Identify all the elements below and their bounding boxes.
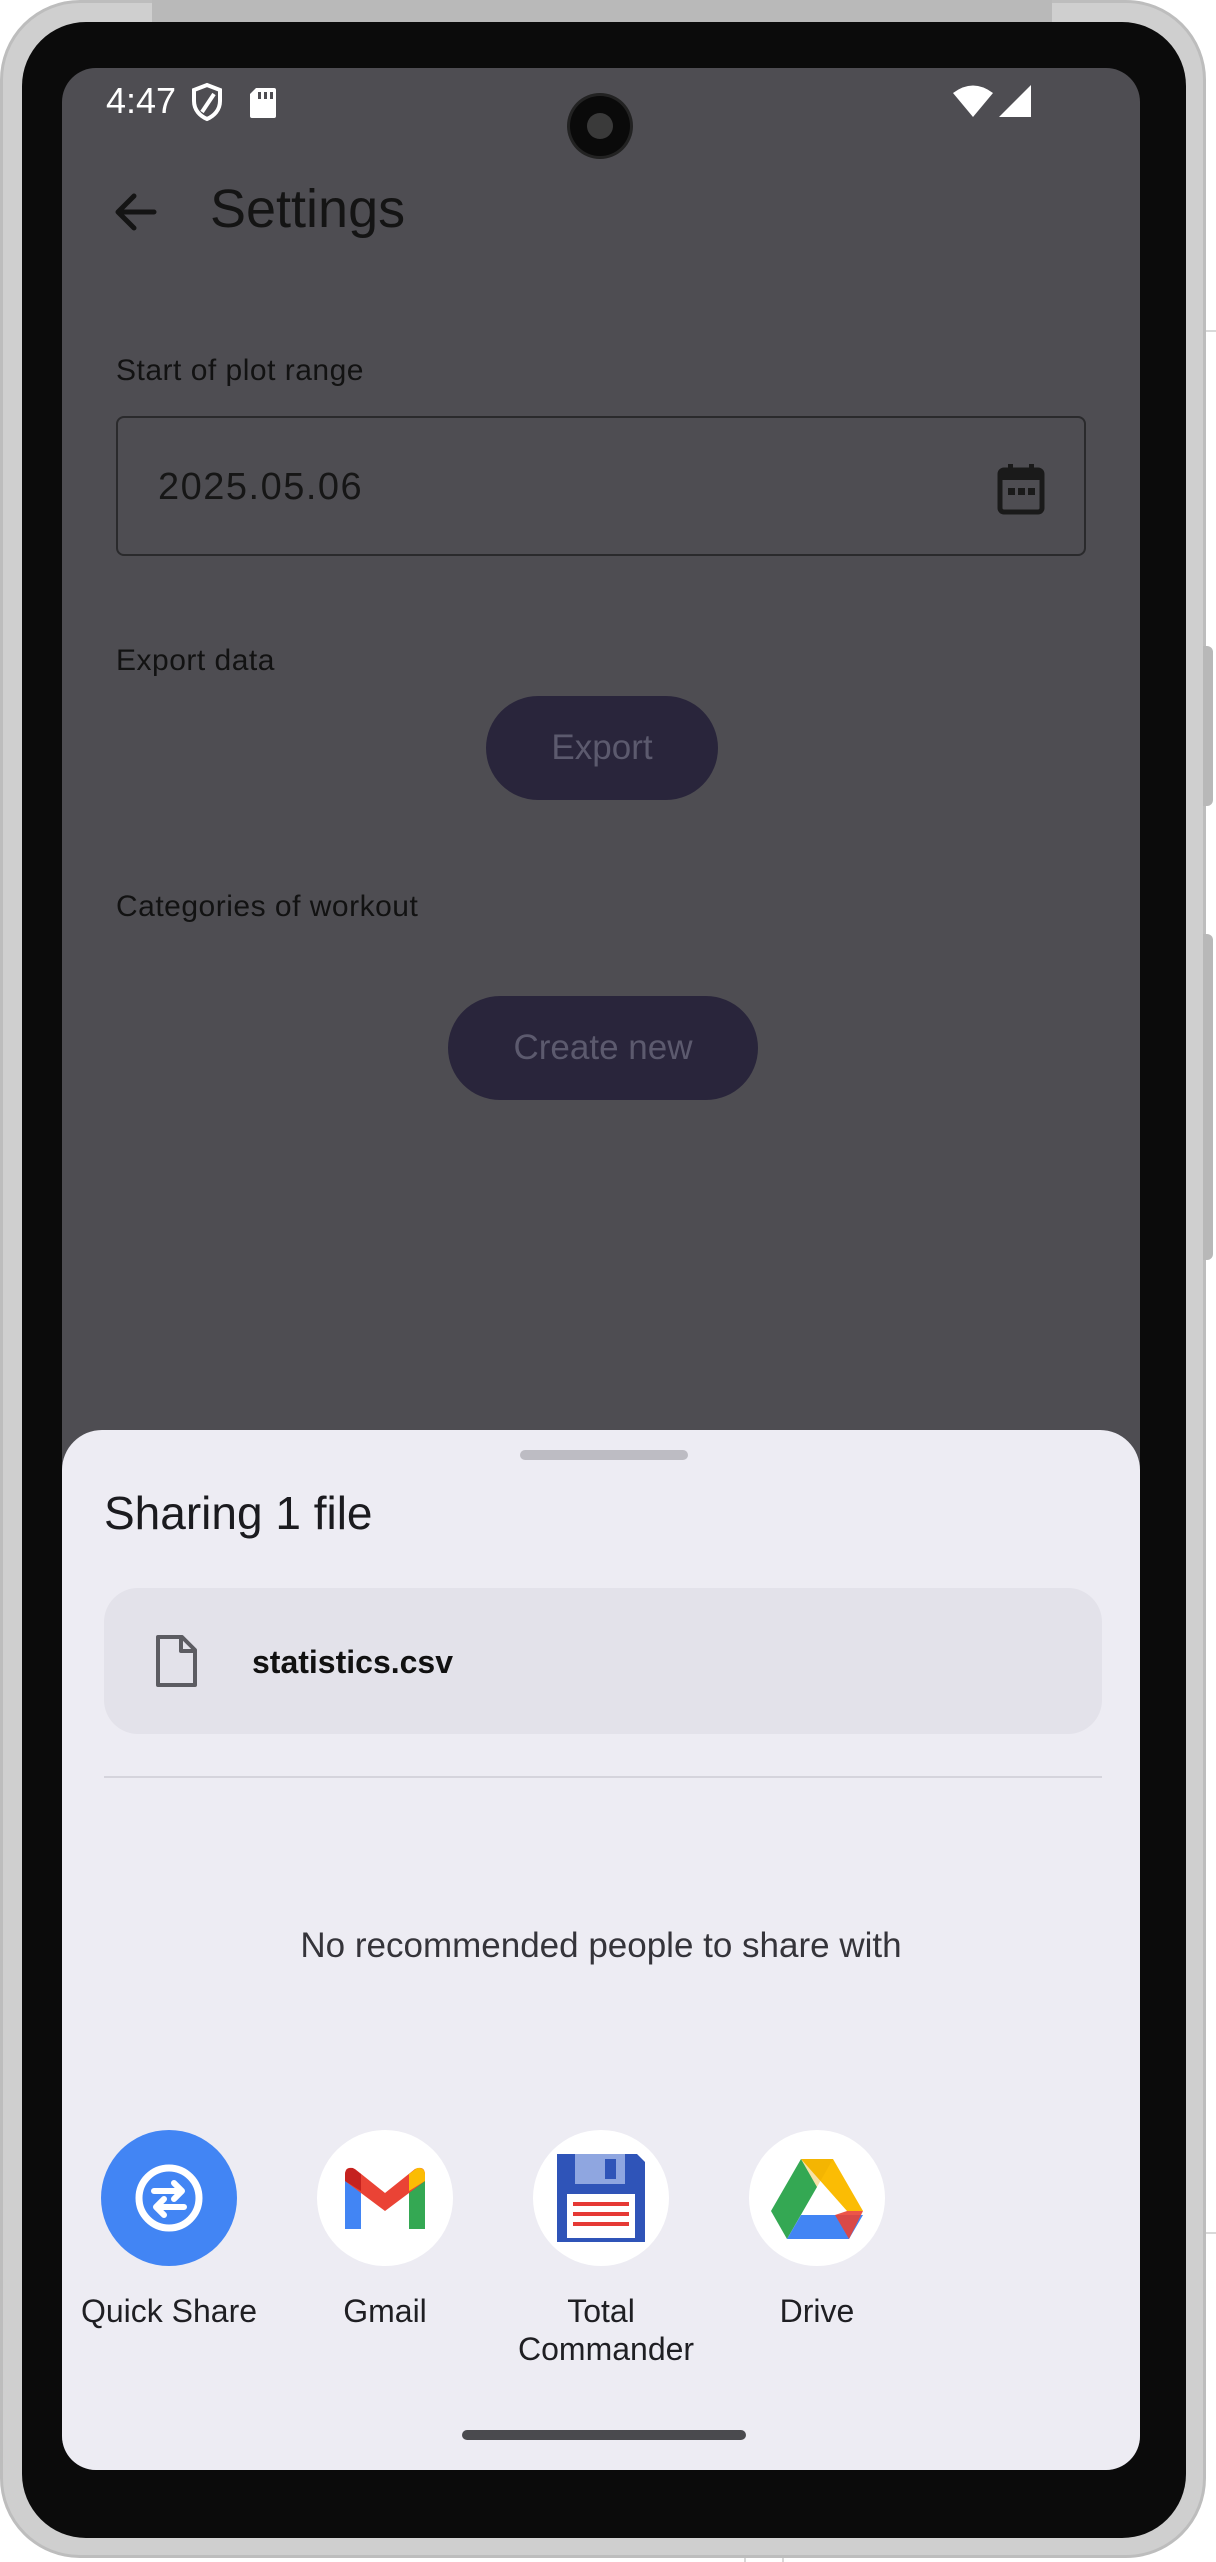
share-target-quick-share[interactable]: Quick Share bbox=[62, 2130, 276, 2330]
calendar-icon[interactable] bbox=[996, 462, 1046, 516]
share-target-total-commander[interactable]: Total Commander bbox=[494, 2130, 708, 2368]
share-sheet: Sharing 1 file statistics.csv No recomme… bbox=[62, 1430, 1140, 2470]
drag-handle[interactable] bbox=[520, 1450, 688, 1460]
plot-range-date-value: 2025.05.06 bbox=[158, 466, 364, 508]
plot-range-date-field[interactable]: 2025.05.06 bbox=[116, 416, 1086, 556]
create-new-button[interactable]: Create new bbox=[448, 996, 758, 1100]
no-recommended-people-text: No recommended people to share with bbox=[300, 1926, 902, 1965]
gmail-icon bbox=[317, 2130, 453, 2266]
screen: 4:47 Settings Start of plot range 2025.0… bbox=[62, 68, 1140, 2470]
export-data-label: Export data bbox=[116, 644, 275, 677]
gesture-navigation-bar[interactable] bbox=[462, 2430, 746, 2440]
power-button bbox=[1203, 934, 1213, 1260]
categories-label: Categories of workout bbox=[116, 890, 419, 923]
total-commander-icon bbox=[533, 2130, 669, 2266]
share-target-label: Drive bbox=[779, 2293, 855, 2329]
shield-icon bbox=[192, 82, 222, 122]
share-target-label: Total Commander bbox=[518, 2293, 695, 2367]
volume-button bbox=[1203, 646, 1213, 806]
quick-share-icon bbox=[101, 2130, 237, 2266]
share-target-label: Gmail bbox=[343, 2293, 427, 2329]
front-camera bbox=[570, 96, 630, 156]
page-title: Settings bbox=[210, 179, 406, 239]
share-target-label: Quick Share bbox=[80, 2293, 258, 2329]
shared-file-name: statistics.csv bbox=[252, 1644, 454, 1680]
wifi-icon bbox=[953, 85, 993, 117]
share-sheet-title: Sharing 1 file bbox=[104, 1487, 373, 1539]
plot-range-label: Start of plot range bbox=[116, 354, 364, 387]
shared-file-card: statistics.csv bbox=[104, 1588, 1102, 1734]
back-arrow-icon[interactable] bbox=[110, 186, 162, 238]
divider bbox=[104, 1776, 1102, 1778]
device-bottom-bezel bbox=[62, 2470, 1140, 2510]
file-icon bbox=[156, 1635, 197, 1687]
sd-card-icon bbox=[250, 88, 276, 118]
export-button[interactable]: Export bbox=[486, 696, 718, 800]
drive-icon bbox=[749, 2130, 885, 2266]
share-target-drive[interactable]: Drive bbox=[710, 2130, 924, 2330]
status-time: 4:47 bbox=[106, 80, 177, 121]
cellular-signal-icon bbox=[999, 85, 1031, 117]
share-target-gmail[interactable]: Gmail bbox=[278, 2130, 492, 2330]
